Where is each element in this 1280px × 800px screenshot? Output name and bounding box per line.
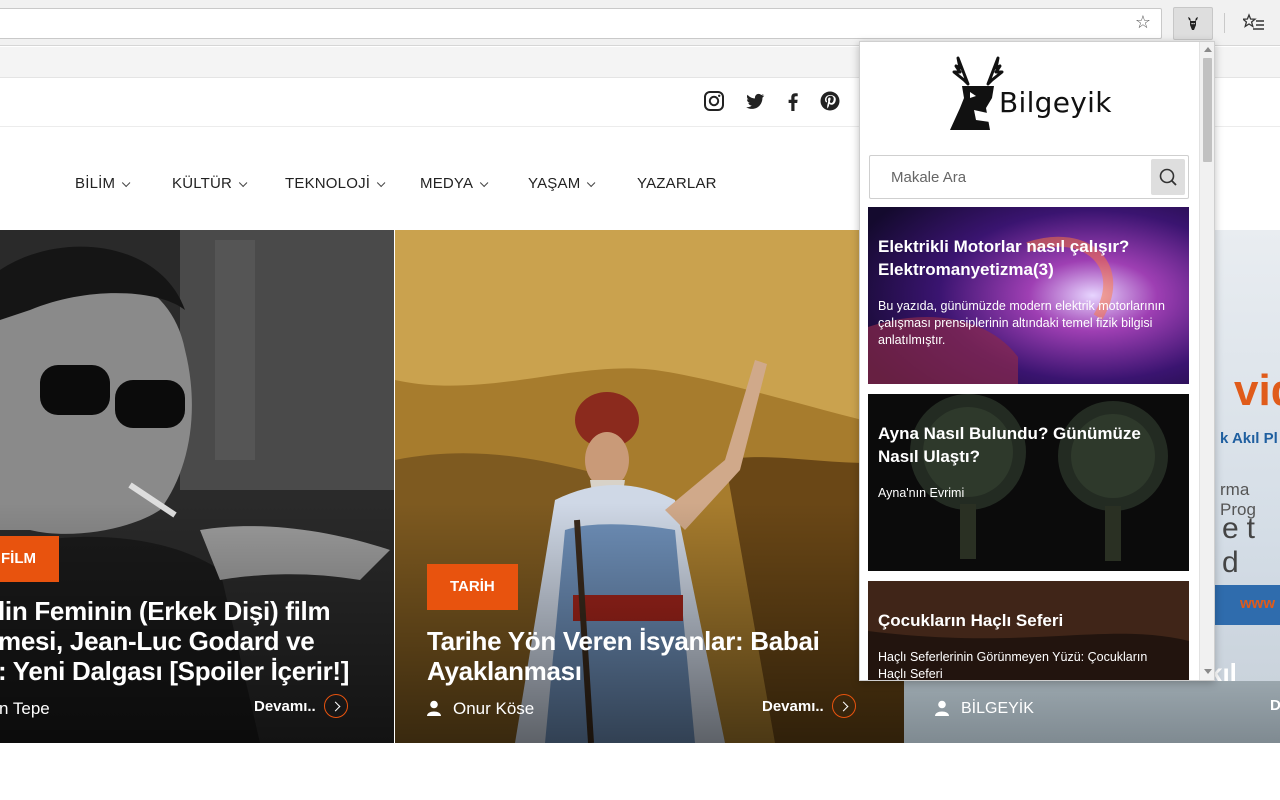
author-name[interactable]: Onur Köse	[453, 699, 534, 719]
ad-text: et d	[1222, 512, 1264, 579]
browser-window: ☆ BİLİM KÜLTÜR TEKNOLOJİ MEDYA YAŞAM YAZ…	[0, 0, 1280, 800]
scroll-up-icon[interactable]	[1204, 47, 1212, 52]
arrow-right-icon	[323, 694, 348, 718]
article-title[interactable]: Elektrikli Motorlar nasıl çalışır? Elekt…	[878, 235, 1178, 281]
browser-toolbar: ☆	[0, 0, 1280, 46]
nav-item-medya[interactable]: MEDYA	[420, 175, 489, 192]
nav-label: TEKNOLOJİ	[285, 175, 371, 192]
nav-label: YAZARLAR	[637, 175, 717, 192]
facebook-icon[interactable]	[782, 90, 804, 112]
user-icon	[935, 700, 949, 716]
article-summary: Bu yazıda, günümüzde modern elektrik mot…	[878, 299, 1165, 347]
article-card[interactable]: Elektrikli Motorlar nasıl çalışır? Elekt…	[868, 207, 1189, 384]
brand-name: Bilgeyik	[999, 86, 1112, 119]
search-icon	[1159, 168, 1177, 186]
slide-tarih[interactable]: TARİH Tarihe Yön Veren İsyanlar: Babai A…	[395, 230, 904, 743]
nav-item-bilim[interactable]: BİLİM	[75, 175, 131, 192]
nav-item-teknoloji[interactable]: TEKNOLOJİ	[285, 175, 386, 192]
slide-title[interactable]: lin Feminin (Erkek Dişi) film mesi, Jean…	[0, 596, 394, 686]
bilgeyik-extension-button[interactable]	[1173, 7, 1213, 40]
title-line: lin Feminin (Erkek Dişi) film	[0, 596, 331, 626]
title-line: Tarihe Yön Veren İsyanlar: Babai	[427, 626, 820, 656]
toolbar-divider	[1224, 13, 1225, 33]
bilgeyik-popup: Bilgeyik Makale Ara Elektrikli Motorlar …	[859, 41, 1215, 681]
author-name[interactable]: n Tepe	[0, 699, 50, 719]
ad-text: k Akıl Pl	[1220, 430, 1278, 447]
read-more-label: Devamı..	[254, 697, 316, 715]
nav-item-yasam[interactable]: YAŞAM	[528, 175, 596, 192]
category-badge[interactable]: TARİH	[427, 564, 518, 610]
twitter-icon[interactable]	[744, 90, 766, 112]
author-name[interactable]: BİLGEYİK	[961, 700, 1034, 718]
search-button[interactable]	[1151, 159, 1185, 195]
title-line: Ayaklanması	[427, 656, 582, 686]
article-search-box	[869, 155, 1189, 199]
nav-label: MEDYA	[420, 175, 474, 192]
article-summary: Haçlı Seferlerinin Görünmeyen Yüzü: Çocu…	[878, 650, 1148, 681]
arrow-right-icon	[831, 694, 856, 718]
article-title[interactable]: Ayna Nasıl Bulundu? Günümüze Nasıl Ulaşt…	[878, 422, 1178, 468]
read-more-link[interactable]: D	[1270, 697, 1280, 714]
article-image	[868, 394, 1189, 571]
title-line: : Yeni Dalgası [Spoiler İçerir!]	[0, 656, 350, 686]
read-more-link[interactable]: Devamı..	[762, 694, 856, 719]
nav-label: YAŞAM	[528, 175, 581, 192]
scroll-down-icon[interactable]	[1204, 669, 1212, 674]
nav-label: BİLİM	[75, 175, 116, 192]
article-summary: Ayna'nın Evrimi	[878, 486, 965, 500]
nav-label: KÜLTÜR	[172, 175, 233, 192]
slide-title[interactable]: Tarihe Yön Veren İsyanlar: Babai Ayaklan…	[427, 626, 887, 686]
user-icon	[427, 700, 441, 716]
article-card[interactable]: Çocukların Haçlı Seferi Haçlı Seferlerin…	[868, 581, 1189, 681]
instagram-icon[interactable]	[703, 90, 725, 112]
article-image	[868, 207, 1189, 384]
star-icon[interactable]: ☆	[1133, 13, 1153, 33]
scrollbar-thumb[interactable]	[1203, 58, 1212, 162]
ad-text: vid	[1234, 366, 1280, 415]
title-line: mesi, Jean-Luc Godard ve	[0, 626, 315, 656]
bookmarks-list-icon[interactable]	[1241, 13, 1265, 33]
article-search-input[interactable]	[871, 157, 1149, 197]
nav-item-kultur[interactable]: KÜLTÜR	[172, 175, 248, 192]
popup-scrollbar[interactable]	[1199, 42, 1214, 680]
deer-icon	[1188, 17, 1198, 30]
article-card[interactable]: Ayna Nasıl Bulundu? Günümüze Nasıl Ulaşt…	[868, 394, 1189, 571]
nav-item-yazarlar[interactable]: YAZARLAR	[637, 175, 717, 192]
pinterest-icon[interactable]	[819, 90, 841, 112]
article-title[interactable]: Çocukların Haçlı Seferi	[878, 609, 1178, 632]
slide-film[interactable]: FİLM lin Feminin (Erkek Dişi) film mesi,…	[0, 230, 394, 743]
ad-text: www	[1240, 595, 1276, 612]
category-badge[interactable]: FİLM	[0, 536, 59, 582]
read-more-link[interactable]: Devamı..	[254, 694, 348, 719]
read-more-label: Devamı..	[762, 697, 824, 715]
address-bar[interactable]	[0, 8, 1162, 39]
